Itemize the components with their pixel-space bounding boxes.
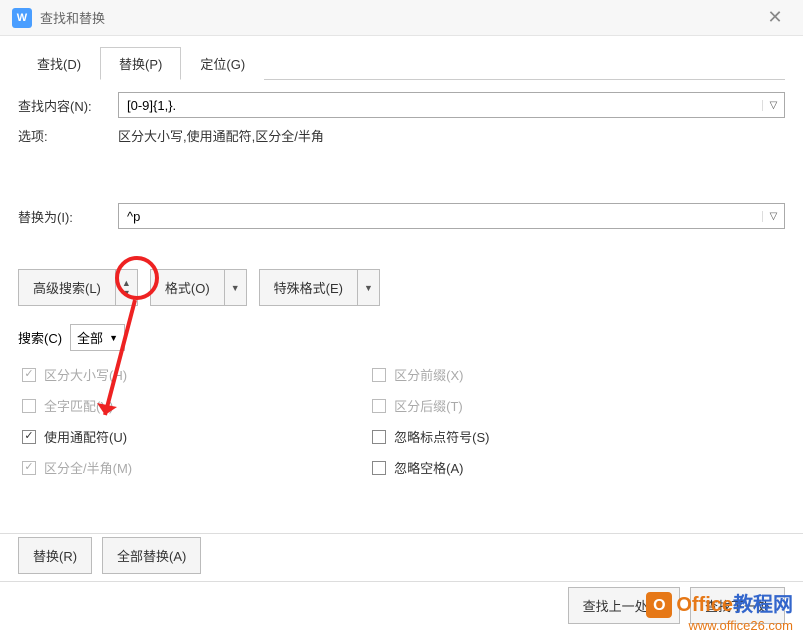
chevron-down-icon[interactable]: ▼ bbox=[225, 269, 247, 306]
check-label: 忽略空格(A) bbox=[394, 458, 463, 477]
search-scope-value: 全部 bbox=[77, 328, 103, 347]
titlebar: W 查找和替换 ✕ bbox=[0, 0, 803, 36]
replace-with-input[interactable] bbox=[119, 209, 762, 224]
check-label: 区分全/半角(M) bbox=[44, 458, 132, 477]
format-button[interactable]: 格式(O) bbox=[150, 269, 225, 306]
check-ignore-punct[interactable]: 忽略标点符号(S) bbox=[372, 427, 489, 446]
checkbox-icon bbox=[22, 461, 36, 475]
check-col-right: 区分前缀(X) 区分后缀(T) 忽略标点符号(S) 忽略空格(A) bbox=[372, 365, 489, 477]
advanced-search-button[interactable]: 高级搜索(L) bbox=[18, 269, 116, 306]
tab-find[interactable]: 查找(D) bbox=[18, 47, 100, 80]
check-prefix: 区分前缀(X) bbox=[372, 365, 489, 384]
window-title: 查找和替换 bbox=[40, 8, 759, 27]
tab-bar: 查找(D) 替换(P) 定位(G) bbox=[18, 46, 785, 80]
watermark-brand1: Office bbox=[676, 594, 733, 616]
checkbox-icon[interactable] bbox=[22, 430, 36, 444]
replace-with-combo[interactable]: ▽ bbox=[118, 203, 785, 229]
tab-replace[interactable]: 替换(P) bbox=[100, 47, 181, 80]
check-label: 全字匹配(Y) bbox=[44, 396, 113, 415]
check-label: 区分大小写(H) bbox=[44, 365, 127, 384]
close-button[interactable]: ✕ bbox=[759, 2, 791, 34]
replace-all-button[interactable]: 全部替换(A) bbox=[102, 537, 201, 574]
checkbox-icon bbox=[22, 399, 36, 413]
app-icon: W bbox=[12, 8, 32, 28]
check-whole-word: 全字匹配(Y) bbox=[22, 396, 132, 415]
checkbox-icon bbox=[22, 368, 36, 382]
find-content-label: 查找内容(N): bbox=[18, 96, 118, 115]
check-label: 忽略标点符号(S) bbox=[394, 427, 489, 446]
chevron-down-icon[interactable]: ▽ bbox=[762, 211, 784, 222]
find-content-input[interactable] bbox=[119, 98, 762, 113]
checkbox-icon[interactable] bbox=[372, 430, 386, 444]
replace-button[interactable]: 替换(R) bbox=[18, 537, 92, 574]
check-ignore-space[interactable]: 忽略空格(A) bbox=[372, 458, 489, 477]
check-suffix: 区分后缀(T) bbox=[372, 396, 489, 415]
check-use-wildcards[interactable]: 使用通配符(U) bbox=[22, 427, 132, 446]
check-full-half-width: 区分全/半角(M) bbox=[22, 458, 132, 477]
chevron-down-icon: ▼ bbox=[109, 333, 118, 343]
tab-goto[interactable]: 定位(G) bbox=[181, 47, 264, 80]
checkbox-icon[interactable] bbox=[372, 461, 386, 475]
check-label: 区分后缀(T) bbox=[394, 396, 463, 415]
find-content-combo[interactable]: ▽ bbox=[118, 92, 785, 118]
chevron-down-icon[interactable]: ▼ bbox=[358, 269, 380, 306]
watermark-url: www.office26.com bbox=[646, 618, 793, 634]
collapse-icon[interactable]: ▲▼ bbox=[116, 269, 138, 306]
check-match-case: 区分大小写(H) bbox=[22, 365, 132, 384]
options-value: 区分大小写,使用通配符,区分全/半角 bbox=[118, 126, 324, 145]
watermark-icon: O bbox=[646, 592, 672, 618]
watermark: O Office教程网 www.office26.com bbox=[646, 592, 793, 634]
special-format-button[interactable]: 特殊格式(E) bbox=[259, 269, 358, 306]
options-label: 选项: bbox=[18, 126, 118, 145]
check-label: 使用通配符(U) bbox=[44, 427, 127, 446]
chevron-down-icon[interactable]: ▽ bbox=[762, 100, 784, 111]
replace-with-label: 替换为(I): bbox=[18, 207, 118, 226]
search-scope-select[interactable]: 全部 ▼ bbox=[70, 324, 125, 351]
check-label: 区分前缀(X) bbox=[394, 365, 463, 384]
checkbox-icon bbox=[372, 368, 386, 382]
check-col-left: 区分大小写(H) 全字匹配(Y) 使用通配符(U) 区分全/半角(M) bbox=[22, 365, 132, 477]
search-scope-label: 搜索(C) bbox=[18, 328, 62, 347]
checkbox-icon bbox=[372, 399, 386, 413]
watermark-brand2: 教程网 bbox=[733, 594, 793, 616]
